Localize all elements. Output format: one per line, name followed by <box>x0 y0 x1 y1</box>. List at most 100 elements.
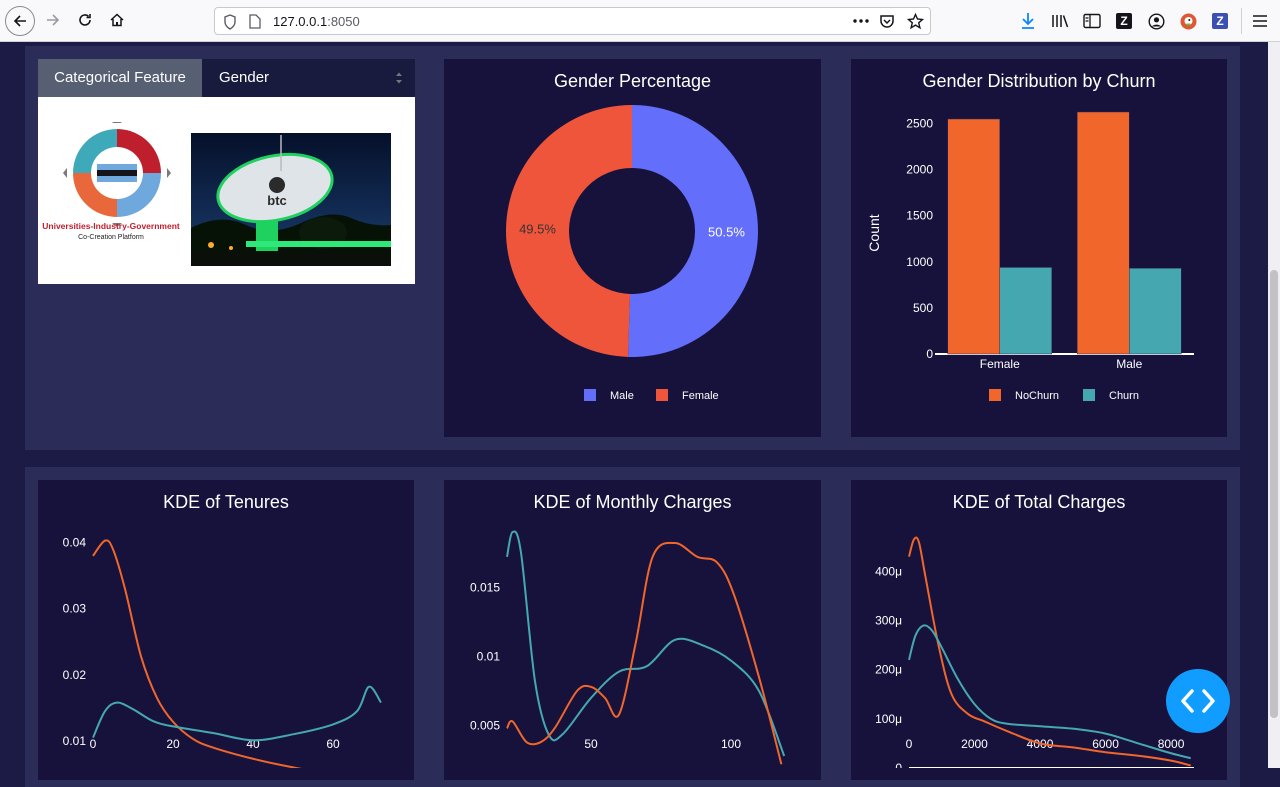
zotero-z-icon: Z <box>1212 13 1228 29</box>
kde-y-tick-label: 0 <box>895 761 902 768</box>
kde-x-tick-label: 8000 <box>1158 737 1185 751</box>
kde-total-chart[interactable]: 0100μ200μ300μ400μ0 2000 4000 6000 8000 <box>851 480 1227 768</box>
reload-button[interactable] <box>70 5 100 35</box>
kde-series-line <box>92 539 303 768</box>
back-arrow-icon <box>13 15 26 27</box>
pie-legend-swatch <box>584 389 596 401</box>
bar-y-tick-label: 0 <box>926 347 933 361</box>
kde-y-tick-label: 300μ <box>875 614 902 628</box>
kde-x-tick-label: 50 <box>584 737 598 751</box>
home-button[interactable] <box>102 5 132 35</box>
pie-slice-label: 50.5% <box>708 224 745 239</box>
bar-y-axis-label: Count <box>866 214 882 251</box>
url-text: 127.0.0.1:8050 <box>273 14 360 29</box>
url-bar[interactable]: 127.0.0.1:8050 <box>214 7 931 35</box>
zotero-button[interactable]: Z <box>1114 11 1134 31</box>
pie-legend-swatch <box>656 389 668 401</box>
kde-y-tick-label: 0.04 <box>63 536 87 550</box>
bar-nochurn-male <box>1077 111 1130 355</box>
kde-y-tick-label: 0.01 <box>477 649 501 663</box>
image-panel: Universities-Industry-Government Co-Crea… <box>38 97 415 284</box>
code-brackets-icon <box>1181 689 1215 713</box>
kde-total-card: KDE of Total Charges 0 100μ 200μ 300μ 400μ 0 2… <box>851 480 1227 780</box>
account-icon <box>1147 12 1165 30</box>
pocket-icon[interactable] <box>879 13 895 29</box>
bar-nochurn-female <box>947 118 1000 355</box>
feature-dropdown-value: Gender <box>219 69 270 86</box>
bar-y-tick-label: 500 <box>913 301 933 315</box>
bar-y-tick-label: 2000 <box>906 163 933 177</box>
updown-arrows-icon <box>396 72 402 84</box>
kde-monthly-chart[interactable]: 0.005 0.01 0.015 50 100 <box>444 480 821 768</box>
bar-churn-female <box>999 267 1052 355</box>
kde-y-tick-label: 400μ <box>875 564 902 578</box>
dashboard-page: Categorical Feature Gender Universities-… <box>0 42 1280 787</box>
kde-x-tick-label: 100 <box>721 737 741 751</box>
gender-churn-card: Gender Distribution by Churn 0 500 1000 150… <box>851 59 1227 437</box>
zotero-icon: Z <box>1116 13 1132 29</box>
scrollbar-thumb[interactable] <box>1270 270 1278 718</box>
kde-series-line <box>506 541 783 765</box>
bar-legend-swatch <box>1083 389 1095 401</box>
toolbar-divider <box>1241 8 1242 34</box>
logo-subtitle: Co-Creation Platform <box>78 234 144 241</box>
kde-x-tick-label: 6000 <box>1092 737 1119 751</box>
home-icon <box>110 13 124 27</box>
download-button[interactable] <box>1018 11 1038 31</box>
gender-percentage-card: Gender Percentage 50.5% 49.5% Male Female <box>444 59 821 437</box>
menu-icon <box>1253 15 1267 27</box>
browser-toolbar: 127.0.0.1:8050 Z Z <box>0 0 1280 42</box>
sidebar-icon <box>1083 13 1101 29</box>
kde-y-tick-label: 0.015 <box>470 580 500 594</box>
account-button[interactable] <box>1146 11 1166 31</box>
bar-legend-swatch <box>989 389 1001 401</box>
kde-y-tick-label: 0.01 <box>63 734 87 748</box>
feature-dropdown[interactable]: Gender <box>202 59 415 97</box>
kde-x-tick-label: 2000 <box>961 737 988 751</box>
bar-y-tick-label: 1000 <box>906 255 933 269</box>
pie-legend-label: Male <box>610 390 634 402</box>
kde-series-line <box>908 536 1191 767</box>
gender-churn-bar-chart[interactable]: 0 500 1000 1500 2000 2500 Count Female Male NoChu… <box>851 59 1227 437</box>
back-button[interactable] <box>5 6 35 36</box>
page-icon <box>249 14 261 29</box>
reload-icon <box>79 14 91 26</box>
bar-churn-male <box>1129 268 1182 355</box>
kde-monthly-card: KDE of Monthly Charges 0.005 0.01 0.015 50 1… <box>444 480 821 780</box>
bar-x-tick-label: Male <box>1116 357 1142 371</box>
universities-industry-government-logo: Universities-Industry-Government Co-Crea… <box>42 122 180 241</box>
code-toggle-button[interactable] <box>1166 669 1230 733</box>
pie-legend-label: Female <box>682 390 719 402</box>
bar-legend-label: Churn <box>1109 390 1139 402</box>
download-icon <box>1022 13 1034 29</box>
kde-y-tick-label: 0.005 <box>470 719 500 733</box>
more-dots-icon[interactable] <box>853 19 869 23</box>
kde-tenure-card: KDE of Tenures 0.01 0.02 0.03 0.04 0 20 40 60 <box>38 480 414 780</box>
feature-selector-label: Categorical Feature <box>38 59 202 97</box>
bar-x-tick-label: Female <box>980 357 1020 371</box>
duckduckgo-button[interactable] <box>1178 11 1198 31</box>
bar-y-tick-label: 1500 <box>906 209 933 223</box>
kde-y-tick-label: 200μ <box>875 663 902 677</box>
page-scrollbar[interactable] <box>1268 42 1280 768</box>
kde-series-line <box>506 530 786 757</box>
gender-pie-chart[interactable]: 50.5% 49.5% Male Female <box>444 59 821 437</box>
kde-x-tick-label: 20 <box>166 737 180 751</box>
forward-button[interactable] <box>38 5 68 35</box>
url-host: 127.0.0.1 <box>273 14 328 29</box>
kde-y-tick-label: 0.02 <box>63 668 87 682</box>
zotero-z-button[interactable]: Z <box>1210 11 1230 31</box>
url-port: :8050 <box>327 14 360 29</box>
bar-legend-label: NoChurn <box>1015 390 1059 402</box>
kde-x-tick-label: 60 <box>326 737 340 751</box>
forward-arrow-icon <box>47 14 60 26</box>
kde-series-line <box>92 685 382 742</box>
menu-button[interactable] <box>1250 11 1270 31</box>
dish-sign-text: btc <box>267 193 287 208</box>
sidebar-button[interactable] <box>1082 11 1102 31</box>
bookmark-star-icon[interactable] <box>907 13 924 30</box>
logo-title: Universities-Industry-Government <box>42 221 180 231</box>
kde-tenure-chart[interactable]: 0.010.020.030.040 20 40 60 <box>38 480 414 768</box>
duckduckgo-icon <box>1180 13 1196 29</box>
library-button[interactable] <box>1050 11 1070 31</box>
